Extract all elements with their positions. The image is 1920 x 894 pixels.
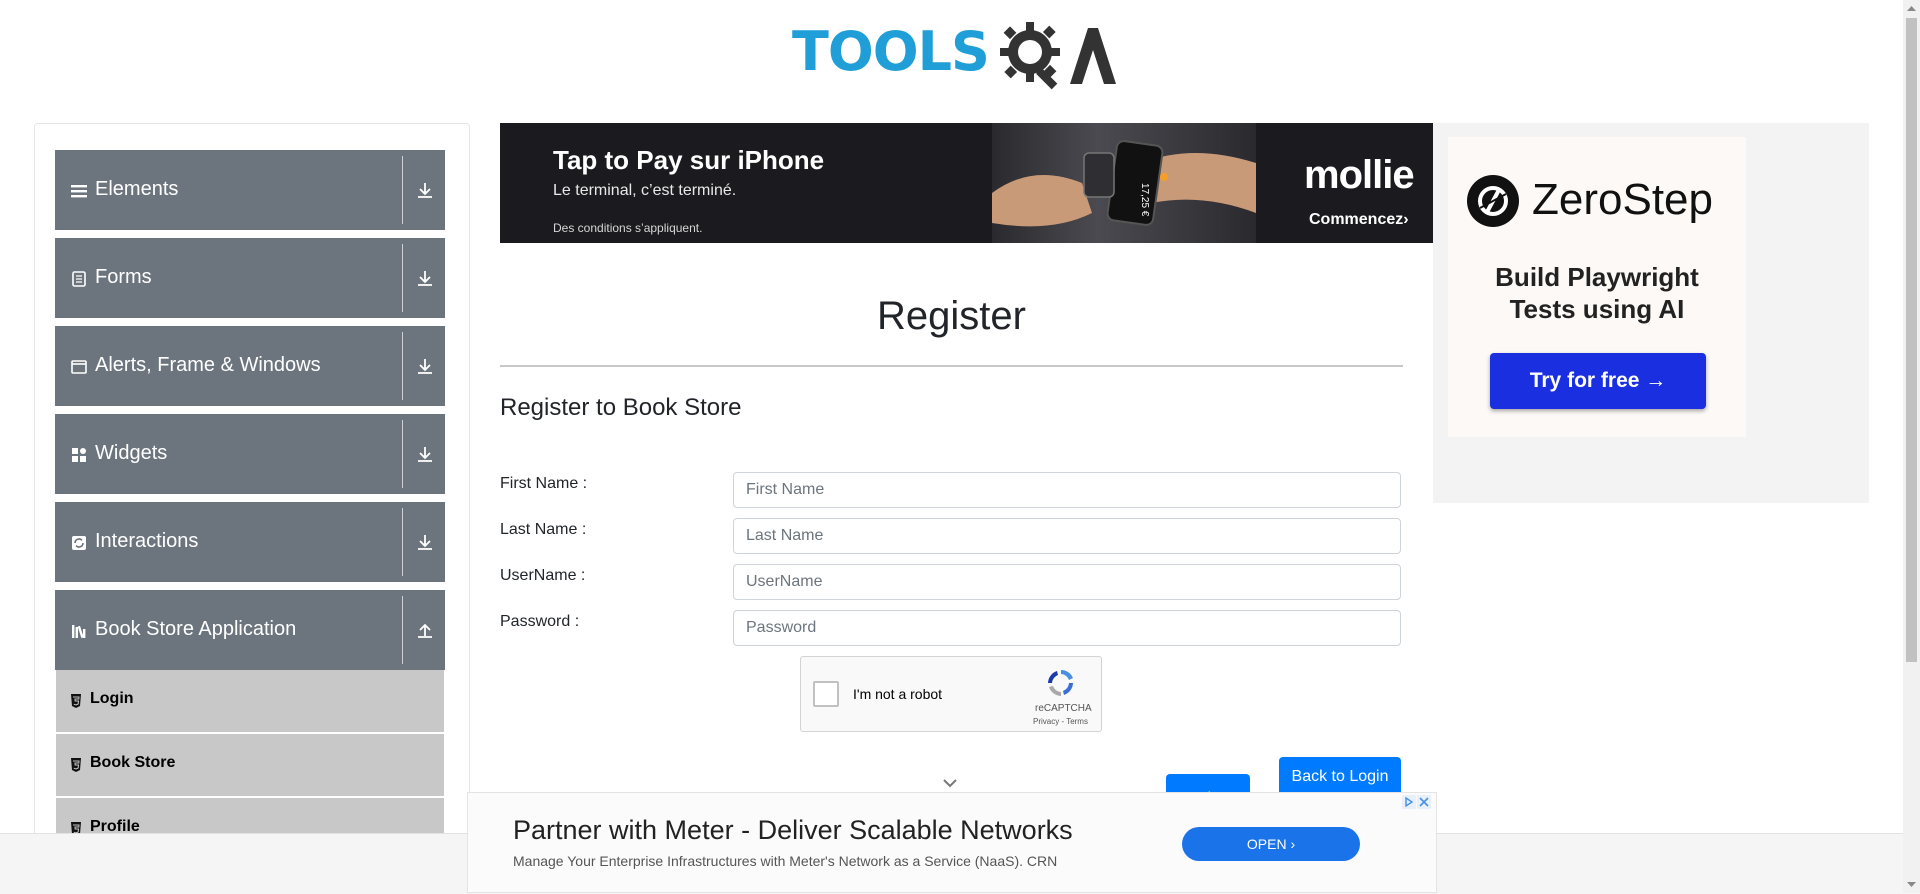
ad-photo-hands-phone: 17,25 € — [992, 123, 1256, 243]
ad-headline: Partner with Meter - Deliver Scalable Ne… — [513, 815, 1073, 845]
last-name-input[interactable] — [733, 518, 1401, 554]
gear-q-icon — [1000, 22, 1116, 90]
phone-hand-illustration: 17,25 € — [992, 140, 1256, 227]
page-title: Register — [877, 294, 1026, 338]
ad-cta[interactable]: Commencez› — [1309, 211, 1409, 229]
sidebar-group-label: Elements — [95, 178, 179, 200]
document-icon — [72, 271, 86, 287]
sidebar-group-alerts[interactable]: Alerts, Frame & Windows — [55, 326, 445, 406]
html5-icon — [71, 758, 81, 772]
sidebar-group-label: Widgets — [95, 442, 168, 464]
download-arrow-icon — [418, 271, 432, 286]
chevron-down-icon[interactable] — [940, 776, 960, 790]
open-button[interactable]: OPEN › — [1182, 827, 1360, 861]
hamburger-icon — [71, 185, 87, 198]
ad-headline-line2: Tests using AI — [1509, 294, 1685, 324]
html5-icon — [71, 694, 81, 708]
ad-card: ZeroStep Build Playwright Tests using AI… — [1448, 137, 1746, 437]
scroll-down-arrow-icon[interactable] — [1906, 879, 1917, 889]
password-label: Password : — [500, 613, 580, 630]
recaptcha-links[interactable]: Privacy - Terms — [1033, 717, 1088, 726]
ad-headline: Tap to Pay sur iPhone — [553, 145, 825, 175]
username-label: UserName : — [500, 567, 586, 584]
ad-meter[interactable]: Partner with Meter - Deliver Scalable Ne… — [467, 792, 1437, 893]
adchoices-icon[interactable] — [1402, 795, 1432, 811]
toolsqa-logo[interactable]: TOOLS — [792, 14, 1116, 90]
back-to-login-button[interactable]: Back to Login — [1279, 757, 1401, 797]
try-for-free-button[interactable]: Try for free → — [1490, 353, 1706, 409]
ad-brand: ZeroStep — [1532, 175, 1713, 224]
logo-wordmark: TOOLS — [792, 20, 990, 83]
download-arrow-icon — [418, 535, 432, 550]
window-icon — [71, 360, 87, 374]
recaptcha-checkbox[interactable] — [813, 681, 839, 707]
recaptcha-brand: reCAPTCHA — [1035, 703, 1092, 714]
ad-headline-line1: Build Playwright — [1495, 262, 1699, 292]
recaptcha-widget: I'm not a robot reCAPTCHA Privacy - Term… — [800, 656, 1102, 732]
sidebar-item-label: Login — [90, 690, 134, 707]
download-arrow-icon — [418, 183, 432, 198]
title-divider — [500, 365, 1403, 367]
divider — [402, 420, 403, 488]
phone-price: 17,25 € — [1139, 183, 1150, 217]
divider — [402, 596, 403, 664]
sidebar-item-book-store[interactable]: Book Store — [56, 734, 444, 797]
sidebar-group-forms[interactable]: Forms — [55, 238, 445, 318]
first-name-input[interactable] — [733, 472, 1401, 508]
sidebar-group-label: Interactions — [95, 530, 199, 552]
ad-subline: Le terminal, c’est terminé. — [553, 182, 737, 199]
zerostep-logo-icon — [1467, 175, 1519, 227]
download-arrow-icon — [418, 359, 432, 374]
books-icon — [72, 625, 86, 639]
grid-icon — [72, 448, 86, 462]
sidebar-group-book-store[interactable]: Book Store Application — [55, 590, 445, 670]
sidebar-group-label: Alerts, Frame & Windows — [95, 354, 321, 376]
upload-arrow-icon — [418, 623, 432, 638]
divider — [402, 508, 403, 576]
sidebar-group-elements[interactable]: Elements — [55, 150, 445, 230]
divider — [402, 156, 403, 224]
ad-note: Des conditions s’appliquent. — [553, 221, 703, 235]
sidebar-item-label: Book Store — [90, 754, 176, 771]
ad-headline: Build Playwright Tests using AI — [1448, 261, 1746, 325]
sidebar-group-interactions[interactable]: Interactions — [55, 502, 445, 582]
username-input[interactable] — [733, 564, 1401, 600]
refresh-icon — [72, 536, 86, 550]
scroll-up-arrow-icon[interactable] — [1906, 4, 1917, 14]
divider — [402, 244, 403, 312]
form-heading: Register to Book Store — [500, 394, 742, 421]
ad-brand: mollie — [1304, 153, 1415, 197]
divider — [402, 332, 403, 400]
last-name-label: Last Name : — [500, 521, 587, 538]
sidebar-group-widgets[interactable]: Widgets — [55, 414, 445, 494]
sidebar-item-login[interactable]: Login — [56, 670, 444, 733]
first-name-label: First Name : — [500, 475, 588, 492]
sidebar-group-label: Forms — [95, 266, 152, 288]
open-button-label: OPEN — [1246, 836, 1287, 852]
password-input[interactable] — [733, 610, 1401, 646]
sidebar: Elements Forms Alerts, Frame & Windows W… — [34, 123, 470, 894]
recaptcha-label: I'm not a robot — [853, 686, 943, 702]
ad-zerostep[interactable]: ZeroStep Build Playwright Tests using AI… — [1433, 123, 1869, 503]
ad-banner-mollie[interactable]: Tap to Pay sur iPhone Le terminal, c’est… — [500, 123, 1433, 243]
sidebar-group-label: Book Store Application — [95, 618, 297, 640]
ad-description: Manage Your Enterprise Infrastructures w… — [513, 853, 1058, 869]
download-arrow-icon — [418, 447, 432, 462]
scrollbar-thumb[interactable] — [1906, 18, 1917, 662]
recaptcha-logo-icon — [1048, 670, 1073, 696]
